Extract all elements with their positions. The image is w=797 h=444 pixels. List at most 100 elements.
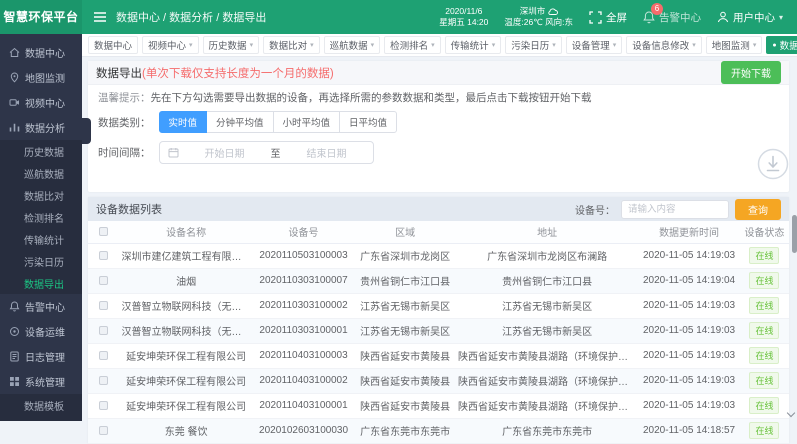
category-minute-avg-button[interactable]: 分钟平均值 bbox=[206, 111, 274, 133]
table-row: 汉普智立物联网科技（无锡）有... 2020110303100001 江苏省无锡… bbox=[88, 318, 789, 343]
sidebar-item-log-management[interactable]: 日志管理 bbox=[0, 344, 82, 369]
calendar-icon bbox=[168, 147, 179, 158]
bell-icon bbox=[9, 301, 20, 312]
device-icon bbox=[9, 326, 20, 337]
tab-device-info-edit[interactable]: 设备信息修改▾ bbox=[626, 36, 702, 54]
sidebar-collapse-handle[interactable] bbox=[82, 118, 91, 144]
table-row: 汉普智立物联网科技（无锡）有... 2020110303100002 江苏省无锡… bbox=[88, 293, 789, 318]
scroll-down-icon[interactable] bbox=[787, 409, 795, 417]
sidebar-item-device-ops[interactable]: 设备运维 bbox=[0, 319, 82, 344]
time-range-row: 时间间隔： 开始日期 至 结束日期 bbox=[88, 137, 789, 168]
sidebar-item-data-center[interactable]: 数据中心 bbox=[0, 40, 82, 65]
sidebar-item-user-management[interactable]: 用户管理 bbox=[0, 416, 82, 421]
sidebar-item-cruise-data[interactable]: 巡航数据 bbox=[0, 162, 82, 184]
tips-text: 先在下方勾选需要导出数据的设备，再选择所需的参数数据和类型，最后点击下载按钮开始… bbox=[151, 92, 592, 104]
category-hour-avg-button[interactable]: 小时平均值 bbox=[273, 111, 341, 133]
sidebar-item-data-template[interactable]: 数据模板 bbox=[0, 394, 82, 416]
row-checkbox[interactable] bbox=[99, 426, 108, 435]
row-checkbox[interactable] bbox=[99, 376, 108, 385]
tab-data-compare[interactable]: 数据比对▾ bbox=[263, 36, 320, 54]
col-address: 地址 bbox=[456, 221, 638, 243]
time-range-label: 时间间隔： bbox=[98, 145, 151, 160]
user-center-button[interactable]: 用户中心 ▾ bbox=[717, 10, 783, 25]
vertical-scrollbar[interactable] bbox=[792, 215, 797, 253]
chevron-down-icon: ▾ bbox=[613, 41, 617, 49]
end-date-placeholder: 结束日期 bbox=[289, 145, 365, 160]
category-row: 数据类别： 实时值 分钟平均值 小时平均值 日平均值 bbox=[88, 107, 789, 137]
status-badge: 在线 bbox=[749, 347, 779, 364]
tab-data-center[interactable]: 数据中心 bbox=[88, 36, 138, 54]
app-logo: 智慧环保平台 bbox=[0, 0, 82, 34]
sidebar-item-map-monitor[interactable]: 地图监测 bbox=[0, 65, 82, 90]
tab-video-center[interactable]: 视频中心▾ bbox=[142, 36, 199, 54]
status-badge: 在线 bbox=[749, 272, 779, 289]
tab-transfer-stats[interactable]: 传输统计▾ bbox=[445, 36, 502, 54]
title-warning-note: (单次下载仅支持长度为一个月的数据) bbox=[142, 68, 334, 80]
tab-cruise-data[interactable]: 巡航数据▾ bbox=[324, 36, 381, 54]
row-checkbox[interactable] bbox=[99, 251, 108, 260]
date-text: 2020/11/6 bbox=[439, 6, 488, 17]
device-search: 设备号： 查询 bbox=[575, 199, 781, 220]
home-icon bbox=[9, 47, 20, 58]
sidebar-item-system-management[interactable]: 系统管理 bbox=[0, 369, 82, 394]
start-download-button[interactable]: 开始下载 bbox=[721, 61, 781, 84]
alarm-center-button[interactable]: 6 告警中心 bbox=[643, 10, 701, 25]
row-checkbox[interactable] bbox=[99, 326, 108, 335]
table-row: 深圳市建亿建筑工程有限公司 2020110503100003 广东省深圳市龙岗区… bbox=[88, 243, 789, 268]
status-badge: 在线 bbox=[749, 247, 779, 264]
chevron-down-icon: ▾ bbox=[189, 41, 193, 49]
sidebar-item-data-analysis[interactable]: 数据分析 bbox=[0, 115, 82, 140]
breadcrumb: 数据中心 / 数据分析 / 数据导出 bbox=[116, 9, 266, 25]
export-panel-spacer bbox=[88, 168, 789, 192]
col-updated: 数据更新时间 bbox=[638, 221, 740, 243]
category-realtime-button[interactable]: 实时值 bbox=[159, 111, 208, 133]
alarm-badge: 6 bbox=[651, 3, 663, 15]
sidebar-item-transfer-stats[interactable]: 传输统计 bbox=[0, 228, 82, 250]
row-checkbox[interactable] bbox=[99, 351, 108, 360]
sidebar-item-history-data[interactable]: 历史数据 bbox=[0, 140, 82, 162]
row-checkbox[interactable] bbox=[99, 301, 108, 310]
sidebar-item-data-export[interactable]: 数据导出 bbox=[0, 272, 82, 294]
top-header: 智慧环保平台 数据中心 / 数据分析 / 数据导出 2020/11/6 星期五 … bbox=[0, 0, 797, 34]
tab-map-monitor[interactable]: 地图监测▾ bbox=[706, 36, 763, 54]
hamburger-icon[interactable] bbox=[94, 12, 106, 22]
user-label: 用户中心 bbox=[733, 10, 775, 25]
search-button[interactable]: 查询 bbox=[735, 199, 781, 220]
device-list-title: 设备数据列表 bbox=[96, 201, 162, 217]
tab-detect-ranking[interactable]: 检测排名▾ bbox=[384, 36, 441, 54]
status-badge: 在线 bbox=[749, 297, 779, 314]
tab-history-data[interactable]: 历史数据▾ bbox=[203, 36, 260, 54]
sidebar-item-detect-ranking[interactable]: 检测排名 bbox=[0, 206, 82, 228]
sidebar-item-pollution-calendar[interactable]: 污染日历 bbox=[0, 250, 82, 272]
sidebar-item-alarm-center[interactable]: 告警中心 bbox=[0, 294, 82, 319]
sidebar: 数据中心 地图监测 视频中心 数据分析 历史数据 巡航数据 数据比对 检测排名 … bbox=[0, 34, 82, 421]
device-no-input[interactable] bbox=[621, 200, 729, 219]
cloud-download-icon[interactable] bbox=[757, 148, 789, 180]
weather-icon bbox=[548, 8, 558, 15]
category-day-avg-button[interactable]: 日平均值 bbox=[339, 111, 397, 133]
date-range-picker[interactable]: 开始日期 至 结束日期 bbox=[159, 141, 374, 164]
tab-data-export[interactable]: ●数据导出▾ bbox=[766, 36, 797, 54]
chevron-down-icon: ▾ bbox=[371, 41, 375, 49]
status-badge: 在线 bbox=[749, 372, 779, 389]
col-region: 区域 bbox=[354, 221, 456, 243]
fullscreen-button[interactable]: 全屏 bbox=[589, 10, 627, 25]
chevron-down-icon: ▾ bbox=[431, 41, 435, 49]
row-checkbox[interactable] bbox=[99, 276, 108, 285]
tab-device-management[interactable]: 设备管理▾ bbox=[566, 36, 623, 54]
device-table: 设备名称 设备号 区域 地址 数据更新时间 设备状态 深圳市建亿建筑工程有限公司… bbox=[88, 221, 789, 444]
sidebar-item-data-compare[interactable]: 数据比对 bbox=[0, 184, 82, 206]
device-no-label: 设备号： bbox=[575, 202, 615, 217]
tab-pollution-calendar[interactable]: 污染日历▾ bbox=[505, 36, 562, 54]
tips-row: 温馨提示：先在下方勾选需要导出数据的设备，再选择所需的参数数据和类型，最后点击下… bbox=[88, 85, 789, 107]
table-row: 延安坤荣环保工程有限公司 2020110403100002 陕西省延安市黄陵县 … bbox=[88, 368, 789, 393]
sidebar-item-video-center[interactable]: 视频中心 bbox=[0, 90, 82, 115]
chevron-down-icon: ▾ bbox=[753, 41, 757, 49]
device-list-header: 设备数据列表 设备号： 查询 bbox=[88, 197, 789, 221]
select-all-checkbox[interactable] bbox=[99, 227, 108, 236]
row-checkbox[interactable] bbox=[99, 401, 108, 410]
chevron-down-icon: ▾ bbox=[310, 41, 314, 49]
status-badge: 在线 bbox=[749, 422, 779, 439]
chevron-down-icon: ▾ bbox=[492, 41, 496, 49]
log-icon bbox=[9, 351, 20, 362]
